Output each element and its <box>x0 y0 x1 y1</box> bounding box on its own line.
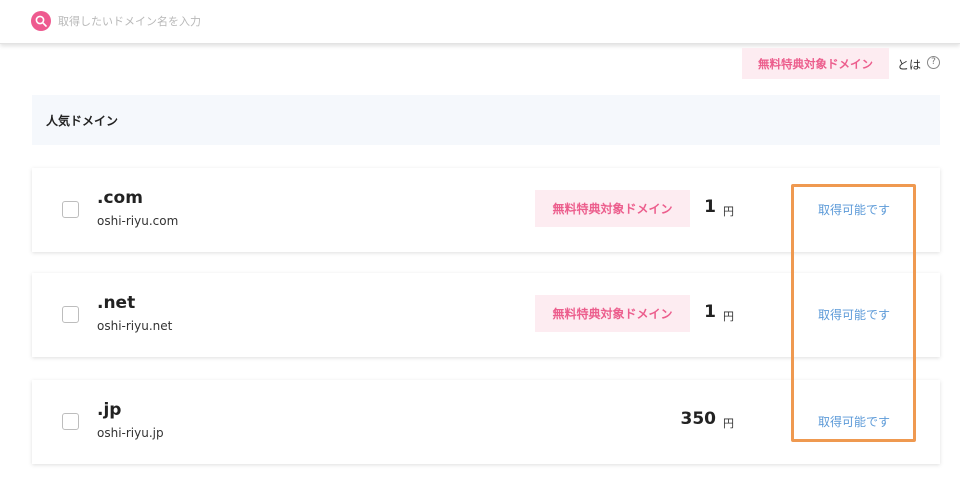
search-input[interactable] <box>58 11 658 31</box>
domain-price: 350 <box>680 409 717 429</box>
availability-status[interactable]: 取得可能です <box>818 201 890 218</box>
domain-tld: .com <box>97 188 143 208</box>
search-bar <box>0 0 960 44</box>
domain-name: oshi-riyu.net <box>97 319 173 333</box>
free-benefit-badge: 無料特典対象ドメイン <box>535 295 690 332</box>
domain-row: .com oshi-riyu.com 無料特典対象ドメイン 1 円 取得可能です <box>32 168 940 252</box>
domain-checkbox[interactable] <box>62 413 79 430</box>
search-icon[interactable] <box>31 11 51 31</box>
domain-name: oshi-riyu.jp <box>97 426 164 440</box>
price-currency: 円 <box>723 310 734 323</box>
free-benefit-badge[interactable]: 無料特典対象ドメイン <box>742 48 889 79</box>
price-currency: 円 <box>723 417 734 430</box>
domain-tld: .jp <box>97 400 122 420</box>
domain-checkbox[interactable] <box>62 201 79 218</box>
help-icon[interactable]: ? <box>927 56 940 69</box>
free-benefit-badge: 無料特典対象ドメイン <box>535 190 690 227</box>
section-header: 人気ドメイン <box>32 95 940 145</box>
domain-checkbox[interactable] <box>62 306 79 323</box>
price-currency: 円 <box>723 205 734 218</box>
info-suffix-text: とは <box>897 58 922 72</box>
domain-tld: .net <box>97 293 136 313</box>
domain-row: .jp oshi-riyu.jp 350 円 取得可能です <box>32 380 940 464</box>
section-title: 人気ドメイン <box>46 113 119 128</box>
domain-price: 1 <box>704 197 716 217</box>
domain-price: 1 <box>704 302 716 322</box>
availability-status[interactable]: 取得可能です <box>818 413 890 430</box>
domain-row: .net oshi-riyu.net 無料特典対象ドメイン 1 円 取得可能です <box>32 273 940 357</box>
availability-status[interactable]: 取得可能です <box>818 306 890 323</box>
domain-name: oshi-riyu.com <box>97 214 179 228</box>
